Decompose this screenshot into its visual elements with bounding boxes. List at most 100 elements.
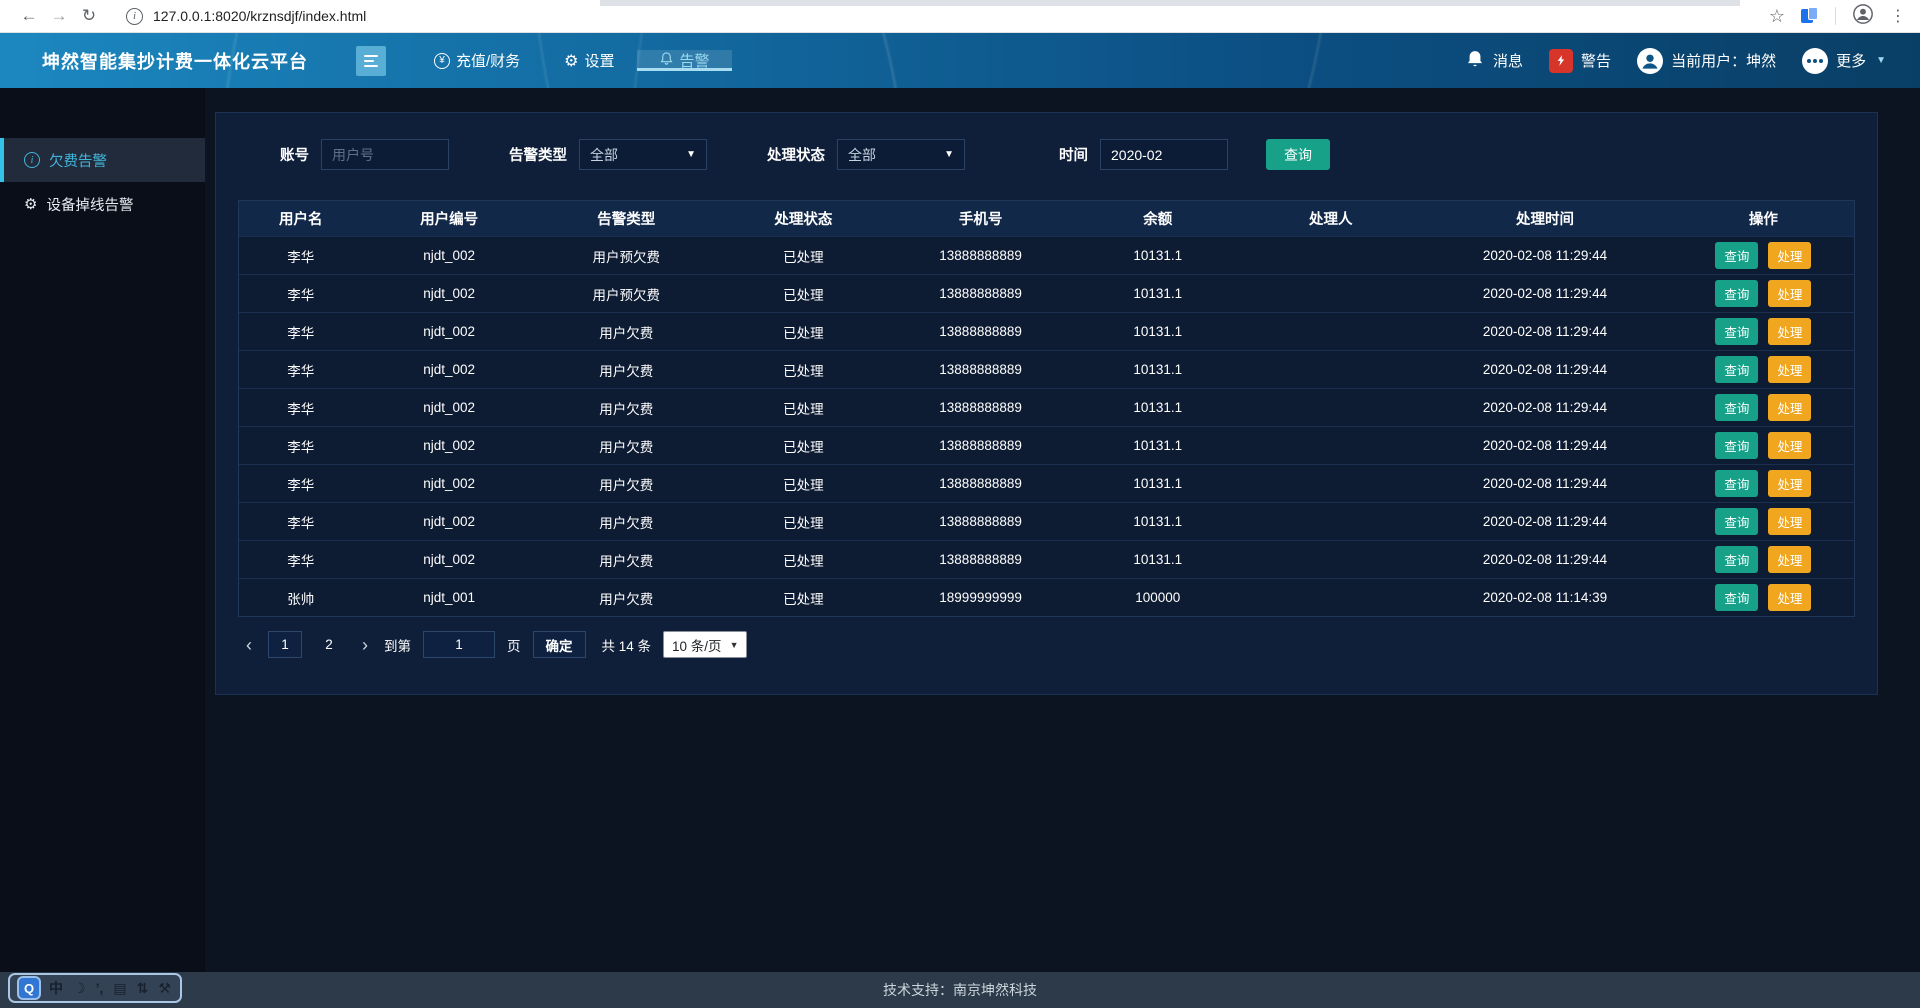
handler-cell bbox=[1244, 579, 1417, 616]
alarm-type-select[interactable]: 全部 ▼ bbox=[579, 139, 707, 170]
row-handle-button[interactable]: 处理 bbox=[1768, 394, 1811, 421]
column-header: 告警类型 bbox=[536, 201, 717, 236]
row-actions: 查询处理 bbox=[1673, 427, 1854, 464]
row-query-button[interactable]: 查询 bbox=[1715, 508, 1758, 535]
url-text[interactable]: 127.0.0.1:8020/krznsdjf/index.html bbox=[153, 8, 366, 24]
time-input[interactable] bbox=[1111, 147, 1217, 163]
status-value: 全部 bbox=[848, 145, 876, 165]
nav-item-alarm[interactable]: 告警 bbox=[637, 50, 732, 71]
ime-brand-icon[interactable]: Q bbox=[19, 978, 39, 998]
ime-toolbar[interactable]: Q 中 ☽ ’, ▤ ⇅ ⚒ bbox=[8, 973, 182, 1003]
more-dots-icon bbox=[1802, 48, 1828, 74]
page-number-1[interactable]: 1 bbox=[268, 631, 302, 658]
split-icon[interactable]: ⇅ bbox=[137, 980, 149, 997]
handler-cell bbox=[1244, 351, 1417, 388]
query-button[interactable]: 查询 bbox=[1266, 139, 1330, 170]
confirm-page-button[interactable]: 确定 bbox=[533, 631, 586, 658]
user-id-cell: njdt_002 bbox=[363, 275, 536, 312]
sidebar-collapse-button[interactable] bbox=[356, 46, 386, 76]
address-bar[interactable]: i 127.0.0.1:8020/krznsdjf/index.html bbox=[126, 8, 1769, 25]
row-query-button[interactable]: 查询 bbox=[1715, 470, 1758, 497]
keyboard-icon[interactable]: ▤ bbox=[113, 980, 126, 997]
alarm-type-cell: 用户欠费 bbox=[536, 541, 717, 578]
sidebar-item-device-offline-alarm[interactable]: ⚙ 设备掉线告警 bbox=[0, 182, 205, 226]
row-handle-button[interactable]: 处理 bbox=[1768, 470, 1811, 497]
column-header: 处理状态 bbox=[717, 201, 890, 236]
row-handle-button[interactable]: 处理 bbox=[1768, 508, 1811, 535]
alarm-type-cell: 用户欠费 bbox=[536, 579, 717, 616]
row-handle-button[interactable]: 处理 bbox=[1768, 318, 1811, 345]
row-query-button[interactable]: 查询 bbox=[1715, 394, 1758, 421]
status-cell: 已处理 bbox=[717, 579, 890, 616]
page-number-2[interactable]: 2 bbox=[312, 631, 346, 658]
status-select[interactable]: 全部 ▼ bbox=[837, 139, 965, 170]
row-query-button[interactable]: 查询 bbox=[1715, 546, 1758, 573]
punctuation-icon[interactable]: ’, bbox=[96, 980, 104, 996]
status-cell: 已处理 bbox=[717, 541, 890, 578]
table-row: 李华njdt_002用户欠费已处理1388888888910131.12020-… bbox=[239, 464, 1854, 502]
row-handle-button[interactable]: 处理 bbox=[1768, 432, 1811, 459]
row-handle-button[interactable]: 处理 bbox=[1768, 242, 1811, 269]
handler-cell bbox=[1244, 465, 1417, 502]
browser-back-icon[interactable]: ← bbox=[14, 6, 44, 26]
page-footer: 技术支持：南京坤然科技 bbox=[0, 972, 1920, 1008]
row-handle-button[interactable]: 处理 bbox=[1768, 546, 1811, 573]
handle-time-cell: 2020-02-08 11:29:44 bbox=[1417, 351, 1672, 388]
ime-language-mode[interactable]: 中 bbox=[49, 978, 63, 998]
handle-time-cell: 2020-02-08 11:29:44 bbox=[1417, 427, 1672, 464]
handler-cell bbox=[1244, 313, 1417, 350]
goto-page-input[interactable] bbox=[423, 631, 495, 658]
bookmark-star-icon[interactable]: ☆ bbox=[1769, 6, 1785, 27]
site-info-icon[interactable]: i bbox=[126, 8, 143, 25]
row-query-button[interactable]: 查询 bbox=[1715, 280, 1758, 307]
current-user-button[interactable]: 当前用户：坤然 bbox=[1637, 48, 1776, 74]
divider bbox=[1835, 7, 1836, 25]
handler-cell bbox=[1244, 427, 1417, 464]
messages-button[interactable]: 消息 bbox=[1465, 49, 1523, 73]
status-cell: 已处理 bbox=[717, 427, 890, 464]
row-actions: 查询处理 bbox=[1673, 541, 1854, 578]
row-query-button[interactable]: 查询 bbox=[1715, 432, 1758, 459]
browser-forward-icon[interactable]: → bbox=[44, 6, 74, 26]
row-handle-button[interactable]: 处理 bbox=[1768, 356, 1811, 383]
row-query-button[interactable]: 查询 bbox=[1715, 242, 1758, 269]
row-handle-button[interactable]: 处理 bbox=[1768, 280, 1811, 307]
row-query-button[interactable]: 查询 bbox=[1715, 584, 1758, 611]
column-header: 操作 bbox=[1673, 201, 1854, 236]
time-label: 时间 bbox=[1059, 144, 1088, 165]
bell-icon bbox=[659, 51, 674, 70]
phone-cell: 13888888889 bbox=[890, 237, 1071, 274]
browser-menu-icon[interactable]: ⋮ bbox=[1890, 6, 1906, 26]
column-header: 用户编号 bbox=[363, 201, 536, 236]
browser-extension-icon[interactable] bbox=[1801, 7, 1819, 25]
page-size-select[interactable]: 10 条/页 ▼ bbox=[663, 631, 747, 658]
balance-cell: 10131.1 bbox=[1071, 313, 1244, 350]
phone-cell: 13888888889 bbox=[890, 503, 1071, 540]
user-name-cell: 李华 bbox=[239, 427, 363, 464]
phone-cell: 13888888889 bbox=[890, 313, 1071, 350]
prev-page-icon[interactable]: ‹ bbox=[242, 636, 256, 654]
user-id-cell: njdt_002 bbox=[363, 313, 536, 350]
status-cell: 已处理 bbox=[717, 313, 890, 350]
nav-item-settings[interactable]: ⚙ 设置 bbox=[542, 50, 636, 71]
nav-label: 充值/财务 bbox=[456, 50, 520, 71]
browser-reload-icon[interactable]: ↻ bbox=[74, 6, 104, 26]
row-query-button[interactable]: 查询 bbox=[1715, 356, 1758, 383]
balance-cell: 10131.1 bbox=[1071, 427, 1244, 464]
row-query-button[interactable]: 查询 bbox=[1715, 318, 1758, 345]
phone-cell: 13888888889 bbox=[890, 427, 1071, 464]
row-actions: 查询处理 bbox=[1673, 579, 1854, 616]
wrench-icon[interactable]: ⚒ bbox=[158, 980, 171, 997]
browser-profile-icon[interactable] bbox=[1852, 3, 1874, 30]
nav-item-finance[interactable]: ¥ 充值/财务 bbox=[412, 50, 542, 71]
sidebar-item-arrears-alarm[interactable]: i 欠费告警 bbox=[0, 138, 205, 182]
alarm-type-value: 全部 bbox=[590, 145, 618, 165]
user-id-cell: njdt_002 bbox=[363, 541, 536, 578]
account-input[interactable] bbox=[332, 147, 438, 163]
more-button[interactable]: 更多 ▼ bbox=[1802, 48, 1886, 74]
warning-button[interactable]: 警告 bbox=[1549, 49, 1611, 73]
row-actions: 查询处理 bbox=[1673, 465, 1854, 502]
row-handle-button[interactable]: 处理 bbox=[1768, 584, 1811, 611]
moon-icon[interactable]: ☽ bbox=[73, 980, 86, 997]
next-page-icon[interactable]: › bbox=[358, 636, 372, 654]
